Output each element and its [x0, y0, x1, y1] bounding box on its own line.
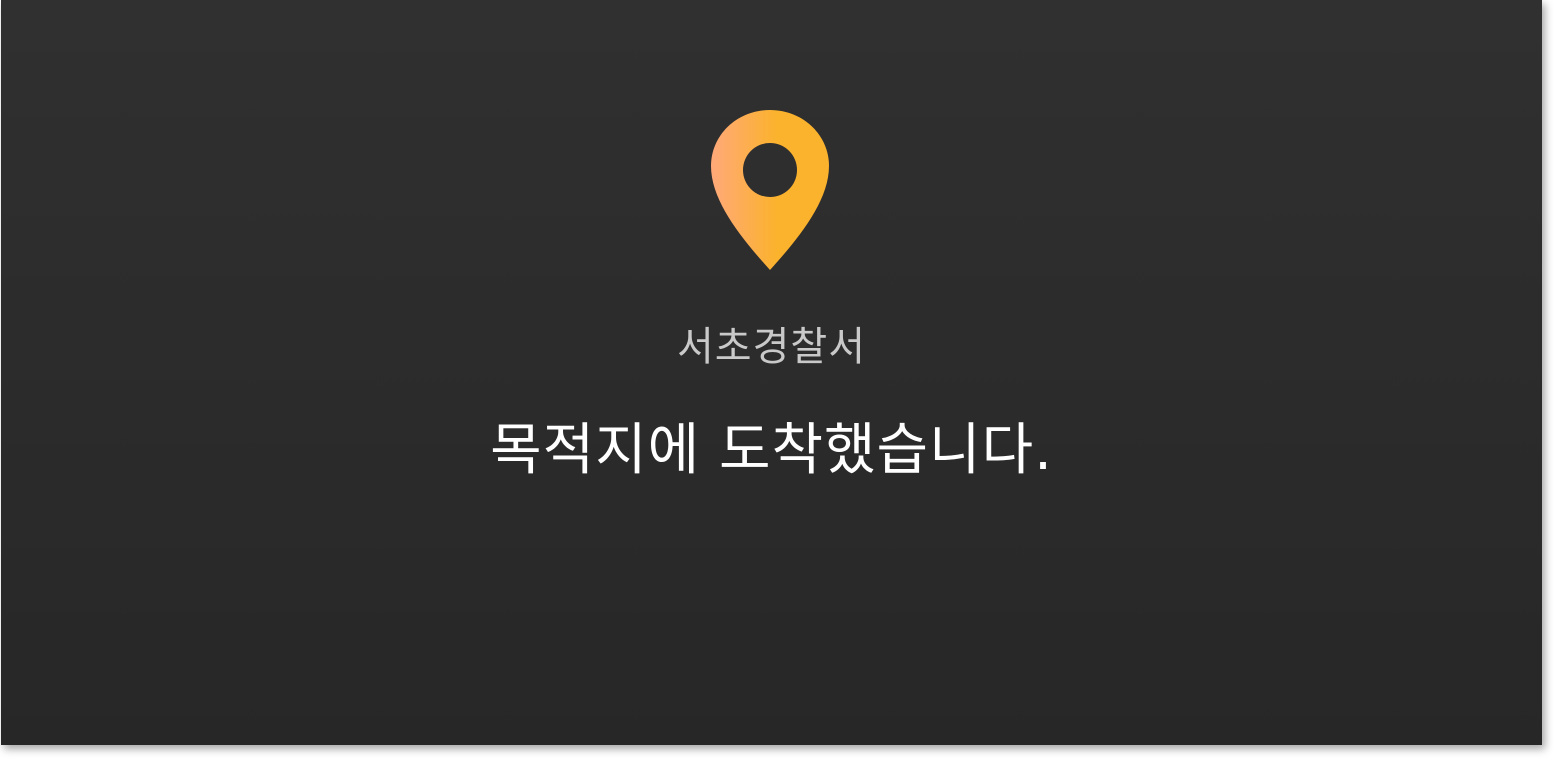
- destination-name: 서초경찰서: [677, 324, 866, 370]
- arrival-message: 목적지에 도착했습니다.: [490, 418, 1053, 483]
- arrival-screen: 서초경찰서 목적지에 도착했습니다.: [1, 0, 1542, 745]
- map-pin-icon: [705, 108, 835, 274]
